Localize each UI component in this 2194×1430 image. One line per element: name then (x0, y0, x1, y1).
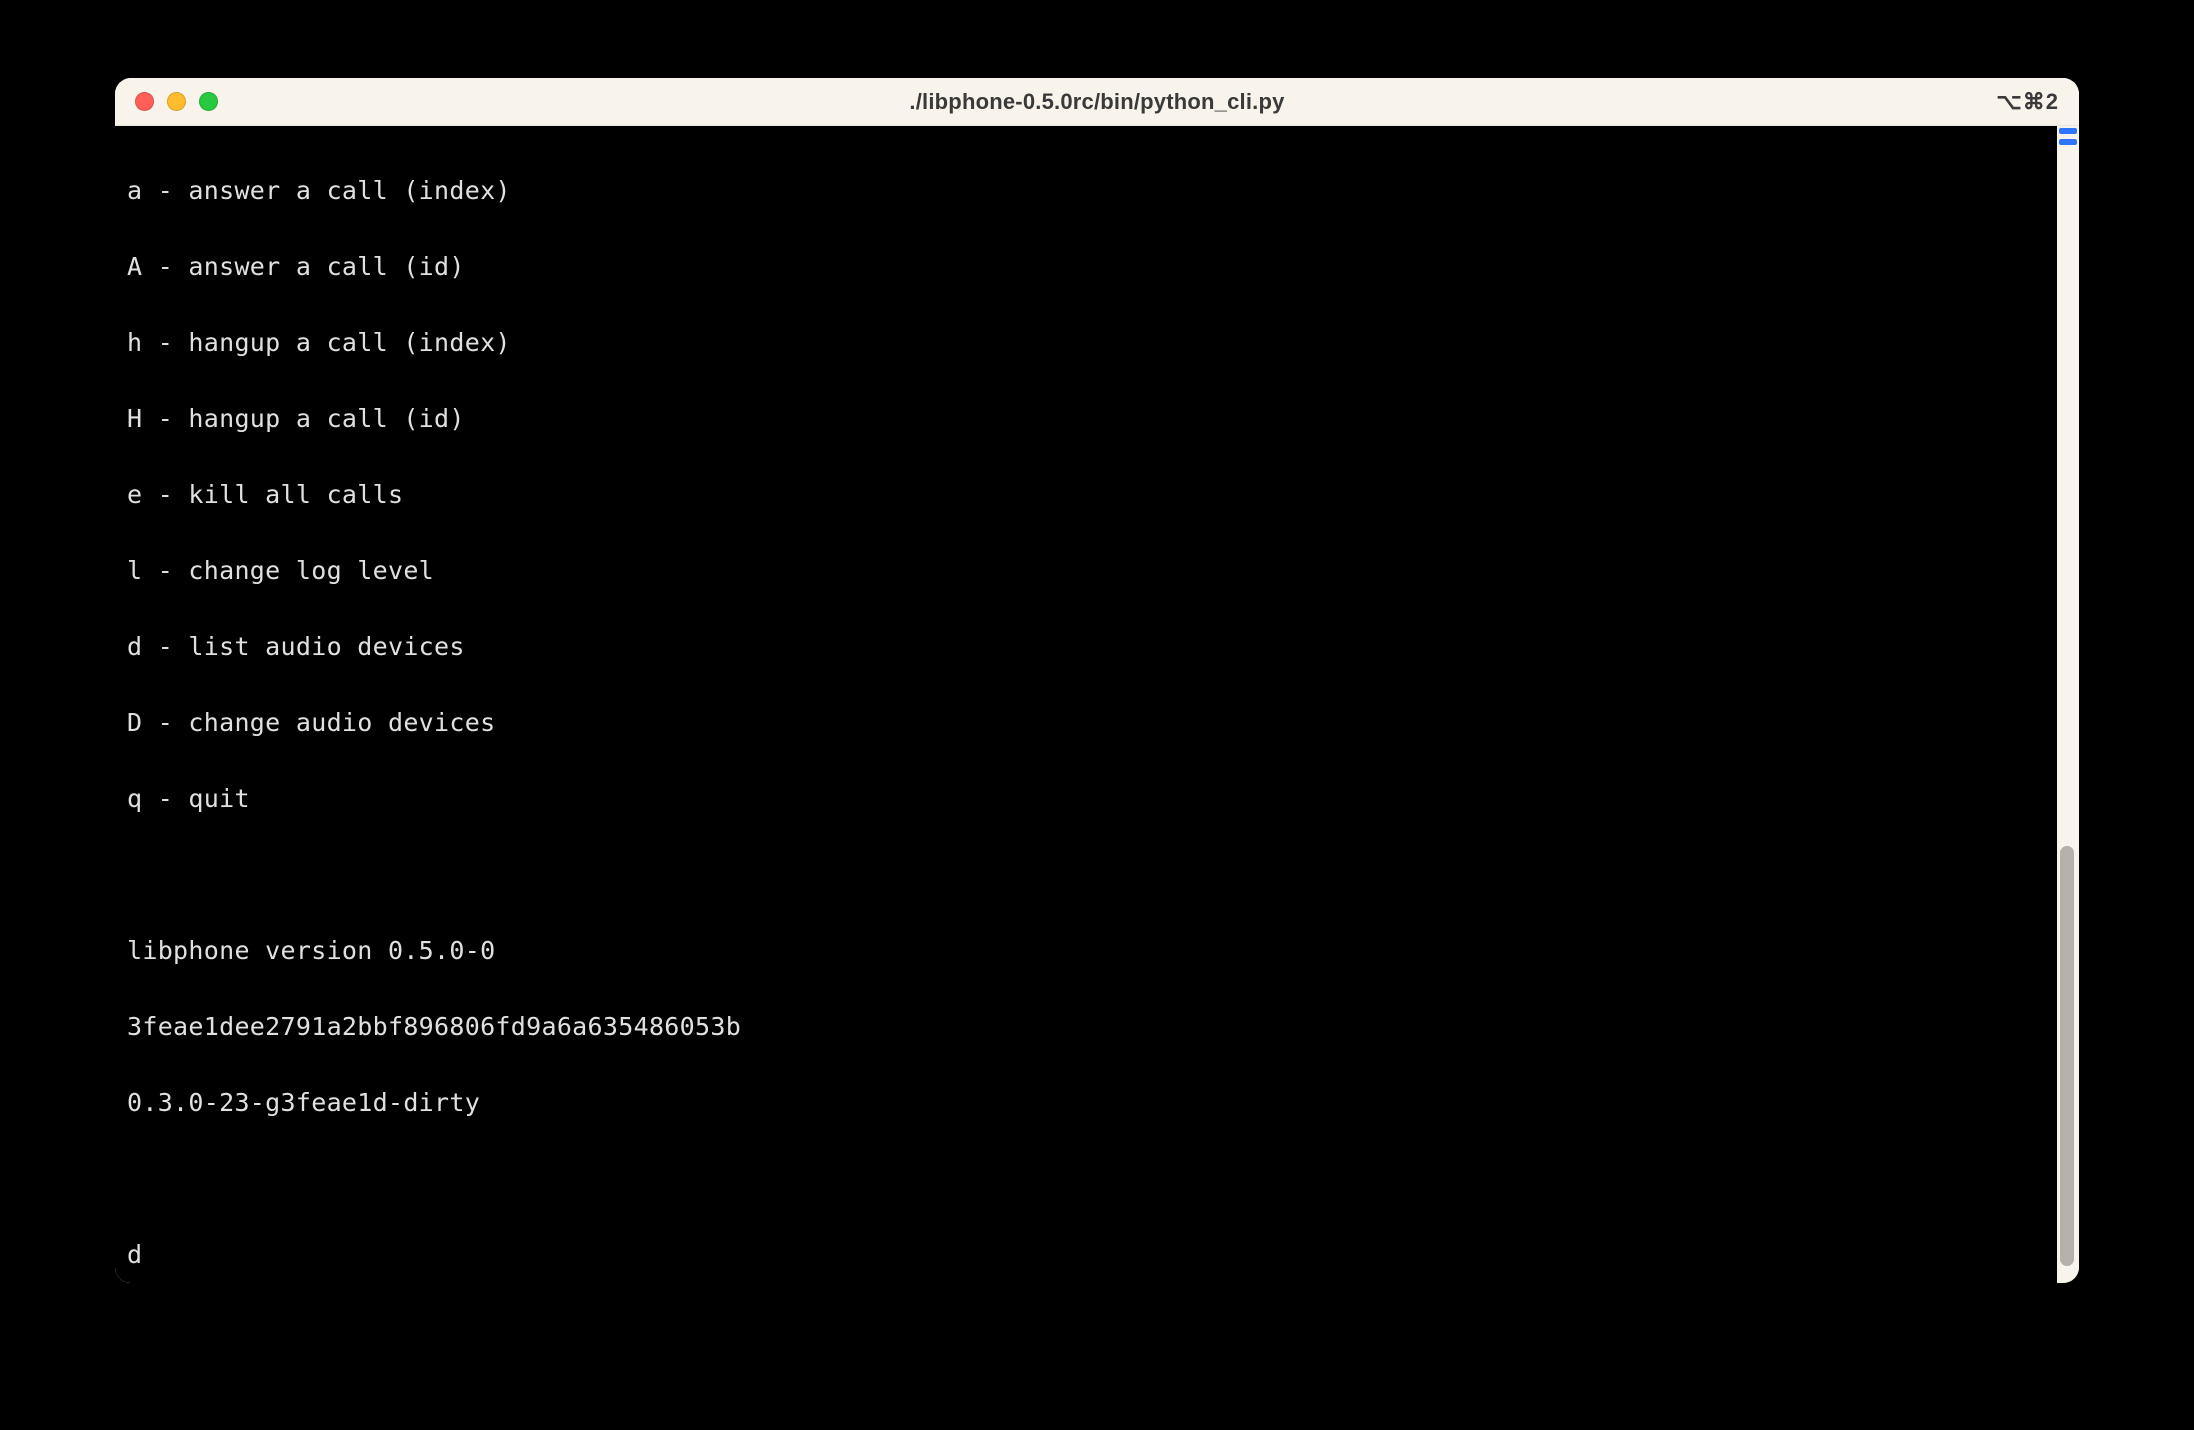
terminal-body: a - answer a call (index) A - answer a c… (115, 126, 2079, 1283)
terminal-window: ./libphone-0.5.0rc/bin/python_cli.py ⌥⌘2… (115, 78, 2079, 1283)
menu-line: l - change log level (127, 552, 2045, 590)
menu-line: A - answer a call (id) (127, 248, 2045, 286)
menu-line: d - list audio devices (127, 628, 2045, 666)
version-hash: 3feae1dee2791a2bbf896806fd9a6a635486053b (127, 1008, 2045, 1046)
window-titlebar[interactable]: ./libphone-0.5.0rc/bin/python_cli.py ⌥⌘2 (115, 78, 2079, 126)
traffic-lights (135, 92, 218, 111)
version-tag: 0.3.0-23-g3feae1d-dirty (127, 1084, 2045, 1122)
window-shortcut: ⌥⌘2 (1996, 89, 2059, 115)
close-icon[interactable] (135, 92, 154, 111)
version-line: libphone version 0.5.0-0 (127, 932, 2045, 970)
scroll-mark-icon (2059, 128, 2077, 134)
menu-line: D - change audio devices (127, 704, 2045, 742)
user-input: d (127, 1236, 2045, 1274)
scroll-thumb[interactable] (2060, 846, 2074, 1266)
zoom-icon[interactable] (199, 92, 218, 111)
menu-line: a - answer a call (index) (127, 172, 2045, 210)
window-title: ./libphone-0.5.0rc/bin/python_cli.py (115, 89, 2079, 115)
vertical-scrollbar[interactable] (2057, 126, 2079, 1283)
menu-line: h - hangup a call (index) (127, 324, 2045, 362)
minimize-icon[interactable] (167, 92, 186, 111)
blank-line (127, 1160, 2045, 1198)
scroll-mark-icon (2059, 139, 2077, 145)
menu-line: H - hangup a call (id) (127, 400, 2045, 438)
blank-line (127, 856, 2045, 894)
menu-line: e - kill all calls (127, 476, 2045, 514)
terminal-output[interactable]: a - answer a call (index) A - answer a c… (115, 126, 2057, 1283)
menu-line: q - quit (127, 780, 2045, 818)
scroll-marks (2057, 126, 2079, 145)
